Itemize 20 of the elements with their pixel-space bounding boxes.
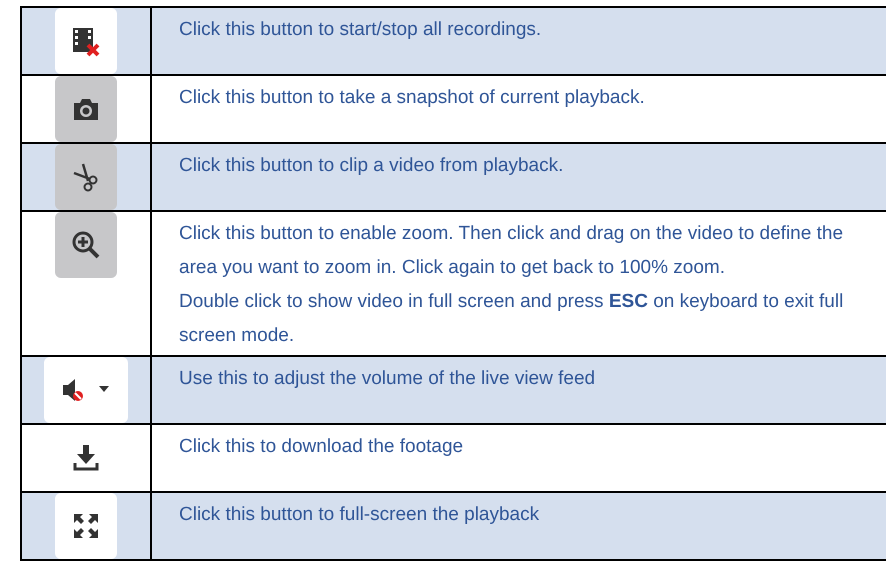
fullscreen-button[interactable] (55, 493, 117, 559)
description-text: Click this button to start/stop all recordings. (179, 18, 542, 42)
description-text: Click this button to clip a video from playback. (179, 154, 564, 178)
film-stop-button[interactable] (55, 8, 117, 74)
scissors-button[interactable] (55, 144, 117, 210)
camera-button[interactable] (55, 76, 117, 142)
description-text: Click this to download the footage (179, 435, 464, 459)
description-text: Click this button to enable zoom. Then click and drag on the video to define the area you want to zoom in. Click again to get back to 100% zoom. (179, 222, 844, 280)
camera-icon (72, 96, 100, 122)
description-text: Click this button to full-screen the playback (179, 503, 540, 527)
download-icon (71, 443, 101, 473)
zoom-in-button[interactable] (55, 212, 117, 278)
fullscreen-icon (73, 513, 99, 539)
volume-muted-icon (61, 377, 111, 403)
description-text: Use this to adjust the volume of the live view feed (179, 367, 596, 391)
film-stop-icon (71, 25, 101, 57)
description-text: Click this button to take a snapshot of current playback. (179, 86, 646, 110)
zoom-in-icon (71, 230, 101, 260)
description-text: Double click to show video in full screen and press ESC on keyboard to exit full screen mode. (179, 290, 844, 348)
volume-muted-button[interactable] (44, 357, 128, 423)
